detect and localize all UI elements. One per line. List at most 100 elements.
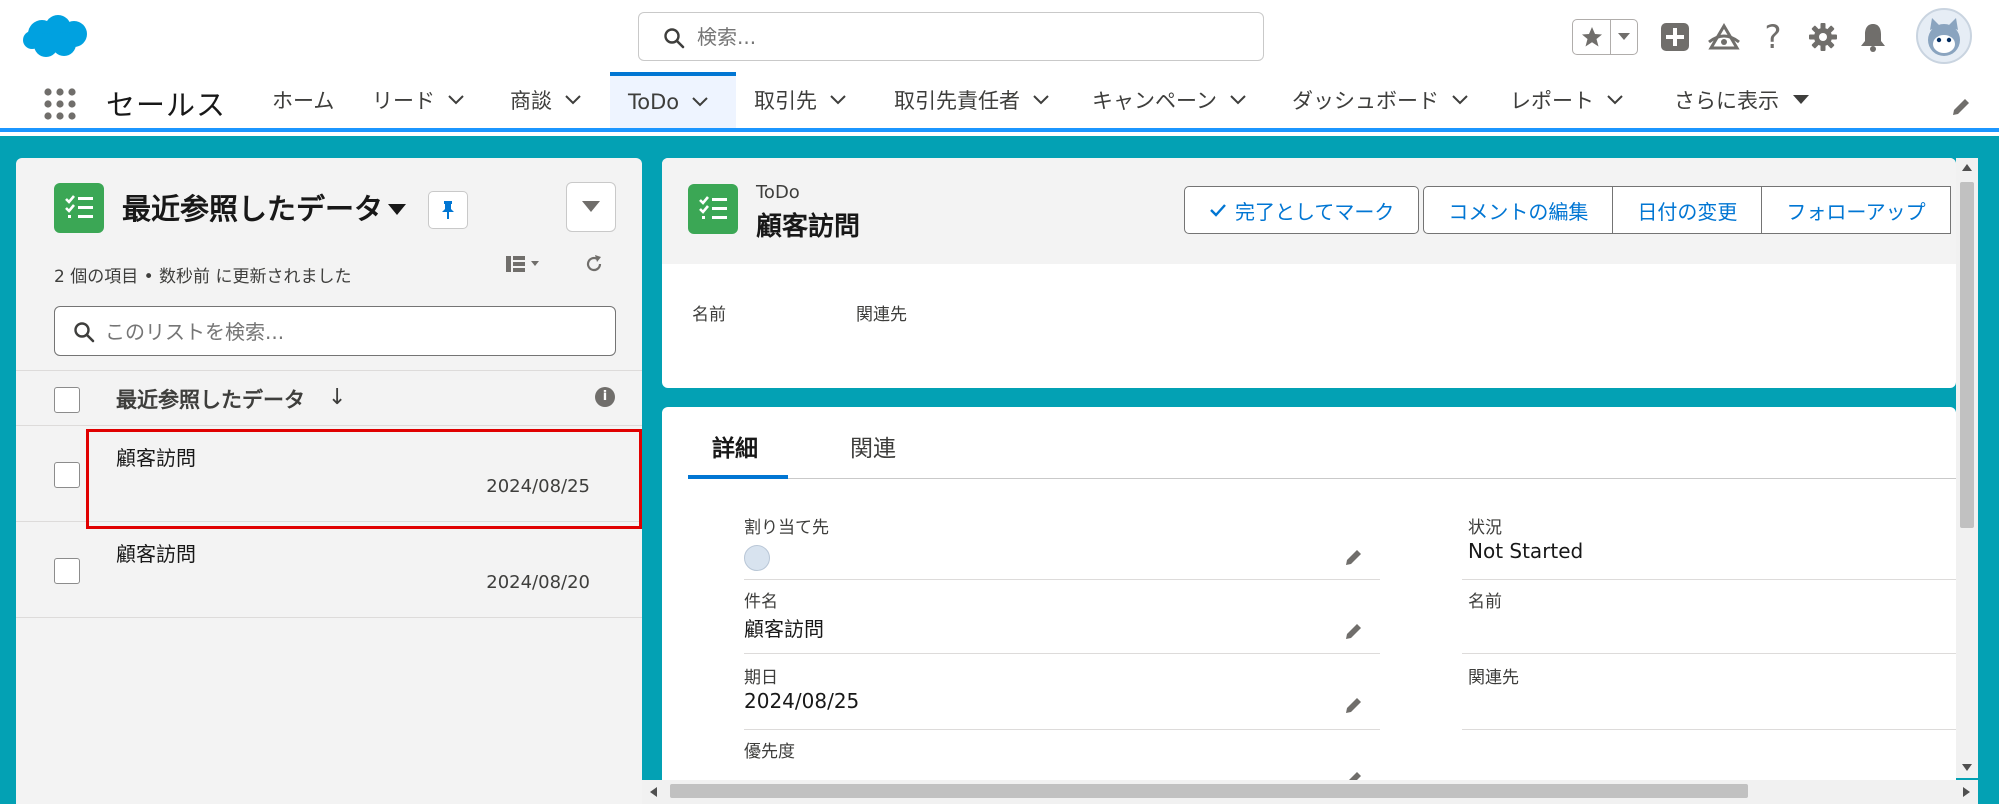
scroll-left-icon[interactable] [650, 787, 658, 797]
highlight-related-label: 関連先 [856, 305, 907, 325]
nav-item-label: リード [372, 89, 435, 113]
salesforce-cloud-icon[interactable] [22, 12, 90, 60]
chevron-down-icon[interactable] [564, 94, 582, 106]
column-header-label[interactable]: 最近参照したデータ [116, 384, 305, 414]
edit-comment-button[interactable]: コメントの編集 [1423, 186, 1614, 234]
nav-item-accounts[interactable]: 取引先 [754, 72, 847, 128]
change-date-label: 日付の変更 [1637, 199, 1738, 224]
search-icon [74, 322, 95, 343]
chevron-down-icon[interactable] [829, 94, 847, 106]
tab-details[interactable]: 詳細 [712, 429, 758, 463]
follow-up-label: フォローアップ [1786, 199, 1926, 224]
favorites-button-group [1572, 19, 1638, 55]
user-avatar[interactable] [1916, 8, 1972, 64]
field-divider [744, 729, 1380, 730]
mark-complete-button[interactable]: 完了としてマーク [1184, 186, 1420, 234]
edit-nav-pencil-icon[interactable] [1950, 96, 1972, 118]
chevron-down-icon[interactable] [1606, 94, 1624, 106]
refresh-button[interactable] [584, 254, 604, 278]
nav-item-todo[interactable]: ToDo [610, 72, 736, 128]
row-checkbox[interactable] [54, 558, 80, 584]
nav-item-dashboards[interactable]: ダッシュボード [1292, 72, 1469, 128]
related-to-label: 関連先 [1468, 668, 1519, 688]
trailhead-button[interactable] [1706, 20, 1742, 54]
scroll-up-icon[interactable] [1962, 164, 1972, 172]
nav-item-opportunities[interactable]: 商談 [510, 72, 582, 128]
nav-item-leads[interactable]: リード [372, 72, 465, 128]
caret-down-icon [582, 201, 600, 212]
tab-related[interactable]: 関連 [850, 429, 896, 463]
horizontal-scrollbar[interactable] [642, 780, 1978, 804]
star-icon [1581, 27, 1602, 47]
global-search-input[interactable] [697, 22, 1237, 52]
vertical-scrollbar[interactable] [1956, 158, 1978, 778]
pencil-icon[interactable] [1344, 695, 1364, 715]
display-as-button[interactable] [504, 254, 544, 278]
row-checkbox[interactable] [54, 462, 80, 488]
scroll-down-icon[interactable] [1962, 764, 1972, 772]
pencil-icon[interactable] [1344, 621, 1364, 641]
assignee-avatar[interactable] [744, 545, 770, 571]
global-actions-button[interactable] [1658, 20, 1692, 54]
chevron-down-icon[interactable] [1229, 94, 1247, 106]
nav-item-label: 取引先責任者 [894, 89, 1020, 113]
favorites-list-button[interactable] [1611, 20, 1637, 54]
nav-item-more[interactable]: さらに表示 [1674, 72, 1809, 128]
help-button[interactable]: ? [1758, 18, 1788, 56]
list-search[interactable] [54, 306, 616, 356]
task-icon [54, 183, 104, 233]
chevron-down-icon[interactable] [1451, 94, 1469, 106]
app-launcher-icon[interactable] [42, 86, 78, 122]
notifications-button[interactable] [1856, 20, 1890, 54]
field-divider [1462, 729, 1956, 730]
nav-item-label: ホーム [272, 89, 335, 113]
list-view-controls-button[interactable] [566, 182, 616, 232]
list-item-date: 2024/08/20 [486, 572, 590, 593]
astro-avatar-icon [1928, 18, 1960, 56]
nav-item-campaigns[interactable]: キャンペーン [1092, 72, 1247, 128]
pin-list-button[interactable] [428, 191, 468, 229]
record-title: 顧客訪問 [756, 212, 861, 242]
chevron-down-icon[interactable] [447, 94, 465, 106]
vertical-scroll-thumb[interactable] [1960, 182, 1974, 528]
bell-icon [1861, 24, 1885, 52]
favorites-button[interactable] [1573, 20, 1611, 54]
global-search[interactable] [638, 12, 1264, 61]
caret-down-icon [1793, 95, 1809, 104]
select-all-checkbox[interactable] [54, 387, 80, 413]
scroll-right-icon[interactable] [1962, 787, 1970, 797]
list-item-name[interactable]: 顧客訪問 [116, 538, 196, 567]
follow-up-button[interactable]: フォローアップ [1762, 186, 1951, 234]
due-date-label: 期日 [744, 668, 778, 688]
nav-item-reports[interactable]: レポート [1510, 72, 1624, 128]
table-view-icon [506, 256, 539, 272]
field-divider [1462, 653, 1956, 654]
highlight-name-label: 名前 [692, 305, 726, 325]
horizontal-scroll-thumb[interactable] [670, 784, 1748, 798]
active-tab-indicator [688, 475, 788, 479]
field-divider [744, 579, 1380, 580]
nav-item-contacts[interactable]: 取引先責任者 [894, 72, 1050, 128]
nav-item-home[interactable]: ホーム [272, 72, 334, 128]
nav-item-label: さらに表示 [1674, 89, 1779, 113]
nav-item-label: 商談 [510, 89, 552, 113]
subject-value: 顧客訪問 [744, 617, 824, 641]
edit-comment-label: コメントの編集 [1448, 199, 1589, 224]
help-icon: ? [1764, 18, 1782, 56]
change-date-button[interactable]: 日付の変更 [1613, 186, 1763, 234]
chevron-down-icon[interactable] [691, 96, 709, 108]
caret-down-icon[interactable] [388, 204, 406, 216]
list-view-title[interactable]: 最近参照したデータ [122, 186, 383, 228]
info-icon[interactable]: i [595, 387, 615, 407]
list-search-input[interactable] [105, 317, 595, 347]
sort-arrow-icon[interactable]: ↓ [328, 385, 346, 410]
chevron-down-icon[interactable] [1032, 94, 1050, 106]
gear-icon [1809, 23, 1837, 51]
refresh-icon [586, 255, 602, 272]
list-item[interactable]: 顧客訪問 2024/08/20 [16, 522, 642, 618]
pencil-icon[interactable] [1344, 547, 1364, 567]
detail-card: 詳細 関連 割り当て先 件名 顧客訪問 期日 2024/08/25 優先度 状況… [662, 407, 1956, 804]
setup-button[interactable] [1806, 20, 1840, 54]
nav-item-label: 取引先 [754, 89, 817, 113]
field-divider [744, 653, 1380, 654]
